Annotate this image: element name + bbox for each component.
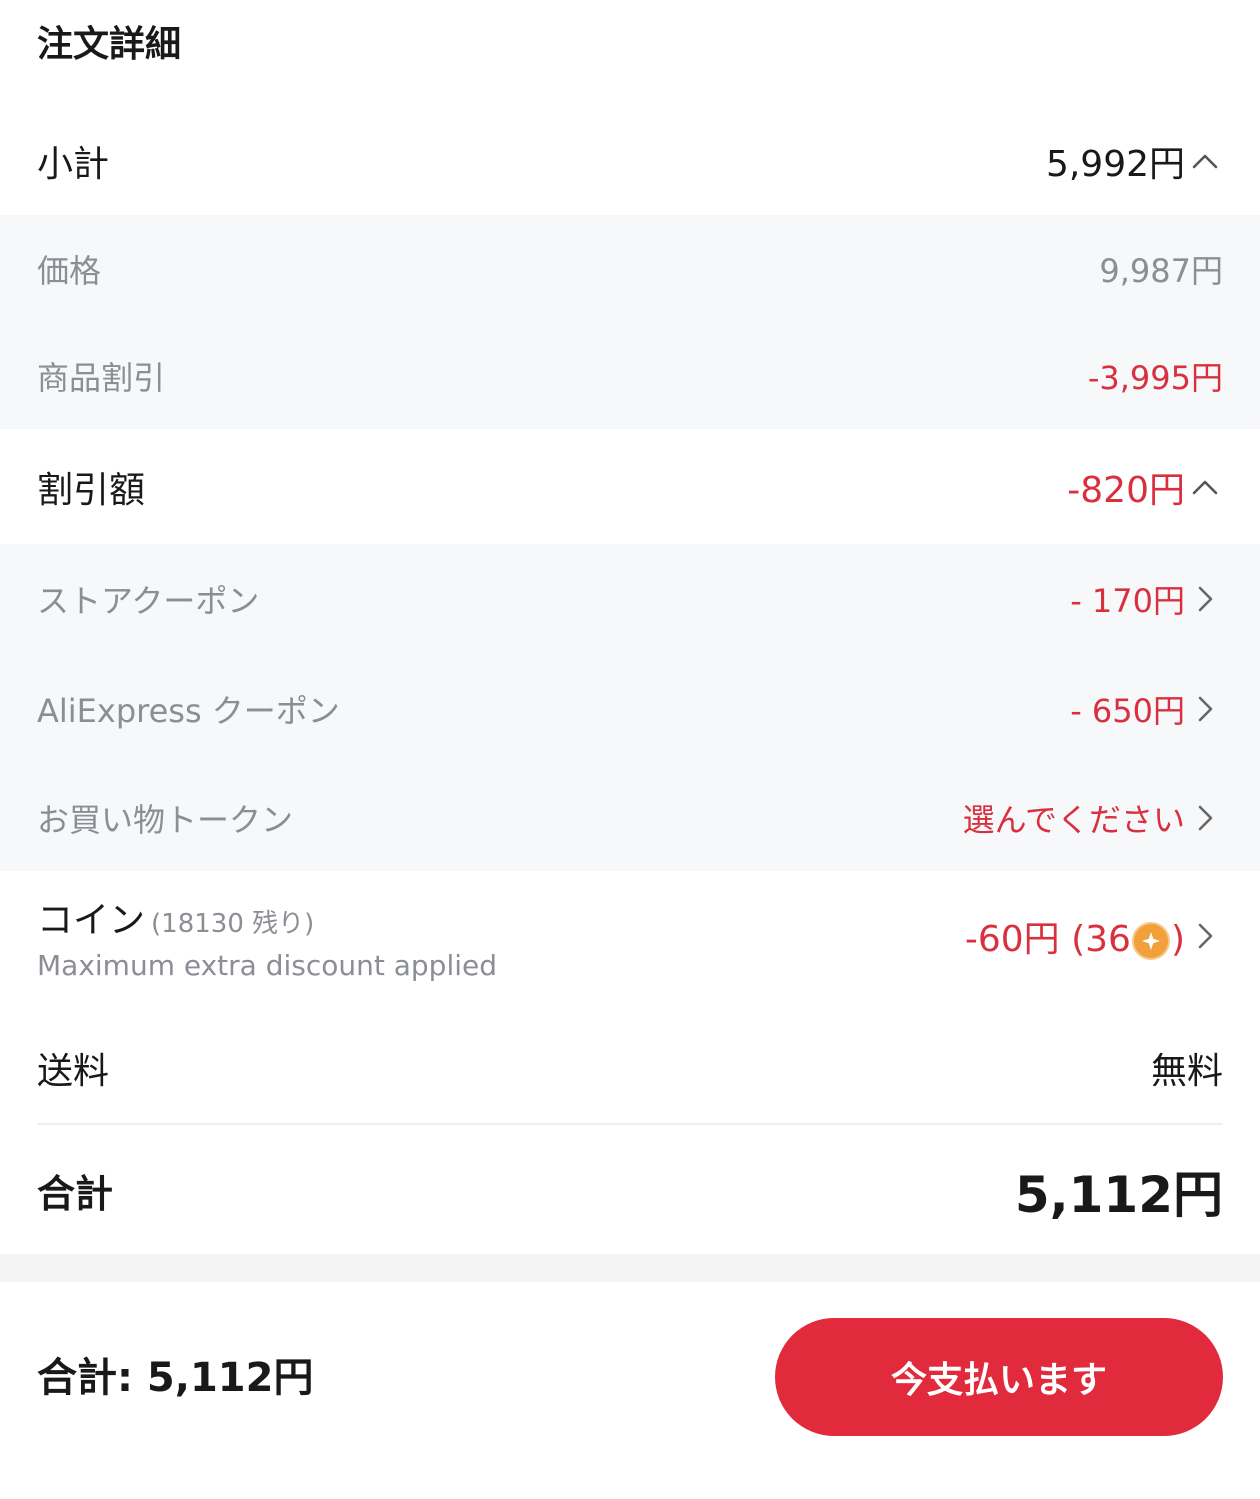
product-discount-value: -3,995円 (1087, 359, 1223, 397)
coins-value-suffix: ) (1170, 919, 1185, 960)
aliexpress-coupon-label: AliExpress クーポン (37, 692, 340, 730)
chevron-right-icon[interactable] (1187, 800, 1223, 836)
discount-value: -820円 (1067, 469, 1185, 511)
order-details-title: 注文詳細 (37, 24, 182, 65)
order-details-page: 注文詳細 小計 5,992円 価格 9,987円 商品割引 -3,995円 割引… (0, 0, 1260, 1499)
coins-label: コイン (37, 899, 146, 941)
coin-icon (1131, 922, 1170, 960)
store-coupon-label: ストアクーポン (37, 582, 260, 620)
price-label: 価格 (37, 252, 102, 290)
aliexpress-coupon-row[interactable]: AliExpress クーポン - 650円 (0, 654, 1260, 764)
discount-row[interactable]: 割引額 -820円 (0, 429, 1260, 544)
chevron-right-icon[interactable] (1187, 581, 1223, 617)
coins-row[interactable]: コイン (18130 残り) Maximum extra discount ap… (0, 871, 1260, 1001)
shopping-token-label: お買い物トークン (37, 800, 294, 839)
chevron-up-icon[interactable] (1187, 143, 1223, 179)
divider (37, 1123, 1223, 1125)
product-discount-label: 商品割引 (37, 359, 166, 397)
pay-now-button[interactable]: 今支払います (775, 1318, 1223, 1436)
chevron-right-icon[interactable] (1187, 918, 1223, 954)
coins-remaining: (18130 残り) (151, 908, 315, 939)
shopping-token-value: 選んでください (962, 800, 1185, 839)
subtotal-row[interactable]: 小計 5,992円 (0, 106, 1260, 215)
chevron-up-icon[interactable] (1187, 469, 1223, 505)
discount-label: 割引額 (37, 469, 146, 511)
coins-note: Maximum extra discount applied (37, 948, 498, 982)
bottom-total: 合計: 5,112円 (37, 1355, 314, 1401)
store-coupon-row[interactable]: ストアクーポン - 170円 (0, 544, 1260, 654)
aliexpress-coupon-value: - 650円 (1070, 692, 1185, 730)
price-row: 価格 9,987円 (0, 215, 1260, 323)
total-value: 5,112円 (1014, 1165, 1223, 1224)
shopping-token-row[interactable]: お買い物トークン 選んでください (0, 764, 1260, 871)
price-value: 9,987円 (1099, 252, 1223, 290)
store-coupon-value: - 170円 (1070, 582, 1185, 620)
subtotal-value: 5,992円 (1045, 143, 1185, 185)
shipping-value: 無料 (1150, 1051, 1223, 1092)
chevron-right-icon[interactable] (1187, 691, 1223, 727)
total-label: 合計 (37, 1172, 114, 1216)
shipping-row: 送料 無料 (0, 1015, 1260, 1121)
shipping-label: 送料 (37, 1051, 110, 1092)
total-row: 合計 5,112円 (0, 1127, 1260, 1254)
coins-value: -60円 (36) (965, 910, 1185, 962)
section-separator (0, 1254, 1260, 1282)
product-discount-row: 商品割引 -3,995円 (0, 323, 1260, 429)
coins-value-prefix: -60円 (36 (964, 919, 1131, 960)
subtotal-label: 小計 (37, 143, 110, 185)
